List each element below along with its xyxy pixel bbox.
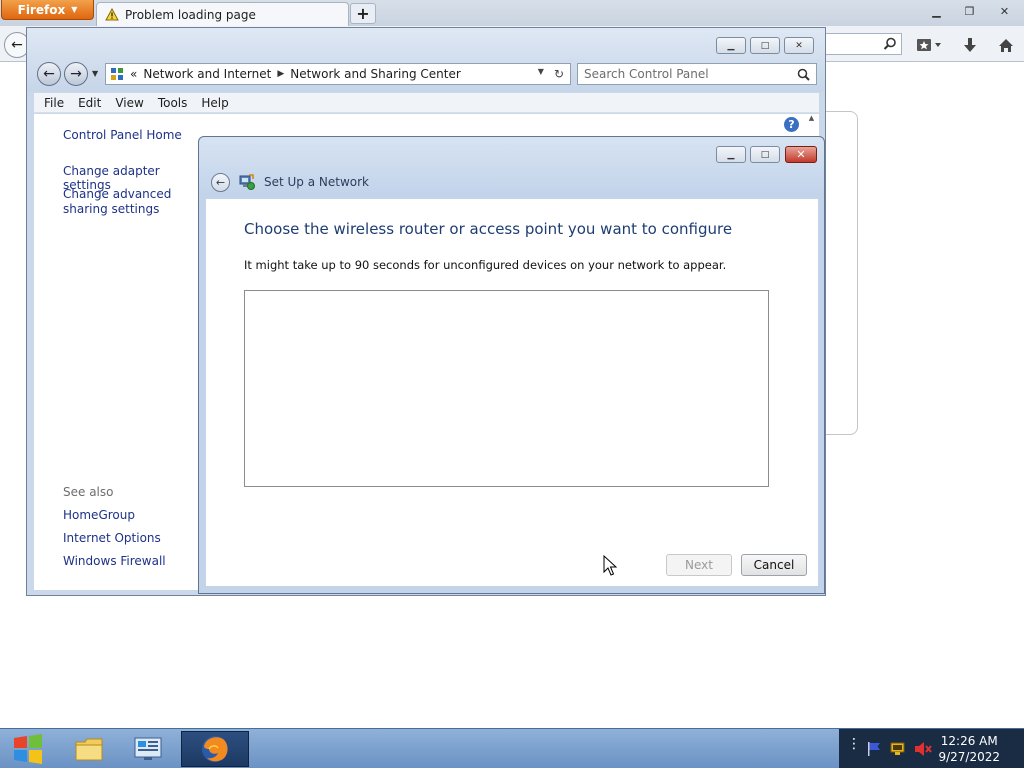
clock[interactable]: 12:26 AM 9/27/2022: [938, 733, 1000, 765]
minimize-button[interactable]: ▁: [923, 3, 950, 20]
search-placeholder: Search Control Panel: [584, 67, 709, 81]
maximize-button[interactable]: □: [750, 37, 780, 54]
windows-explorer-icon: [75, 738, 103, 761]
sidebar: Control Panel Home Change adapter settin…: [34, 114, 199, 590]
firefox-icon: [202, 736, 228, 762]
mouse-pointer-icon: [603, 555, 617, 576]
firefox-menu-label: Firefox: [17, 2, 66, 17]
volume-muted-icon[interactable]: [914, 741, 932, 757]
address-bar[interactable]: « Network and Internet ▶ Network and Sha…: [105, 63, 571, 85]
sidebar-item-homegroup[interactable]: HomeGroup: [63, 508, 135, 522]
dialog-subtext: It might take up to 90 seconds for uncon…: [244, 258, 727, 272]
search-icon[interactable]: [797, 68, 810, 81]
menu-file[interactable]: File: [44, 96, 64, 110]
dialog-heading: Choose the wireless router or access poi…: [244, 220, 733, 238]
warning-icon: [105, 8, 119, 21]
overflow-dots-icon[interactable]: ⋮: [847, 737, 861, 751]
setup-network-dialog: ▁ □ ✕ ← Set Up a Network Choose the wire…: [198, 136, 825, 594]
recent-pages-dropdown[interactable]: ▼: [92, 69, 98, 78]
back-button[interactable]: ←: [37, 62, 61, 86]
scroll-up-icon[interactable]: ▲: [804, 114, 819, 122]
sidebar-item-windows-firewall[interactable]: Windows Firewall: [63, 554, 166, 568]
bookmarks-button[interactable]: [914, 36, 944, 54]
menu-bar: File Edit View Tools Help: [34, 93, 819, 113]
breadcrumb-overflow[interactable]: «: [130, 67, 137, 81]
firefox-menu-button[interactable]: Firefox ▼: [1, 0, 94, 20]
menu-edit[interactable]: Edit: [78, 96, 101, 110]
see-also-heading: See also: [63, 485, 114, 499]
sidebar-item-control-panel-home[interactable]: Control Panel Home: [63, 128, 182, 142]
tab-title: Problem loading page: [125, 7, 256, 22]
chevron-right-icon[interactable]: ▶: [277, 69, 284, 79]
new-tab-button[interactable]: +: [350, 3, 376, 24]
clock-time: 12:26 AM: [940, 734, 998, 748]
close-button[interactable]: ✕: [991, 3, 1018, 20]
browser-tab[interactable]: Problem loading page: [96, 2, 349, 26]
minimize-button[interactable]: ▁: [716, 37, 746, 54]
dialog-window-title: Set Up a Network: [264, 175, 370, 189]
refresh-icon[interactable]: ↻: [554, 67, 564, 81]
maximize-button[interactable]: □: [750, 146, 780, 163]
back-button[interactable]: ←: [211, 172, 230, 192]
home-icon: [999, 38, 1013, 52]
restore-button[interactable]: ❐: [956, 3, 983, 20]
network-warning-icon[interactable]: [890, 741, 908, 757]
bookmark-star-icon: [917, 39, 941, 51]
cancel-button[interactable]: Cancel: [741, 554, 807, 576]
control-panel-icon: [134, 737, 162, 760]
browser-page-panel: [826, 111, 858, 435]
menu-help[interactable]: Help: [201, 96, 228, 110]
close-button[interactable]: ✕: [785, 146, 817, 163]
forward-button[interactable]: →: [64, 62, 88, 86]
taskbar-firefox[interactable]: [181, 731, 249, 767]
action-center-flag-icon[interactable]: [866, 741, 882, 757]
sidebar-item-change-advanced-sharing-settings[interactable]: Change advanced sharing settings: [63, 187, 201, 217]
device-list[interactable]: [244, 290, 769, 487]
search-control-panel-input[interactable]: Search Control Panel: [577, 63, 817, 85]
search-icon: [883, 37, 896, 50]
windows-logo-icon: [14, 734, 42, 764]
downloads-button[interactable]: [960, 36, 980, 54]
breadcrumb-network-and-sharing-center[interactable]: Network and Sharing Center: [290, 67, 461, 81]
taskbar-windows-explorer[interactable]: [60, 731, 118, 767]
dialog-header: ← Set Up a Network: [211, 171, 369, 193]
home-button[interactable]: [996, 36, 1016, 54]
help-icon[interactable]: ?: [784, 117, 799, 132]
chevron-down-icon: ▼: [71, 5, 78, 14]
breadcrumb-network-and-internet[interactable]: Network and Internet: [143, 67, 271, 81]
dialog-content: Choose the wireless router or access poi…: [206, 199, 818, 586]
start-button[interactable]: [0, 729, 56, 768]
menu-tools[interactable]: Tools: [158, 96, 188, 110]
sidebar-item-internet-options[interactable]: Internet Options: [63, 531, 161, 545]
menu-view[interactable]: View: [115, 96, 143, 110]
download-arrow-icon: [964, 38, 976, 52]
taskbar: ⋮ 12:26 AM 9/27/2022: [0, 728, 1024, 768]
minimize-button[interactable]: ▁: [716, 146, 746, 163]
firefox-titlebar: Firefox ▼ Problem loading page + ▁ ❐ ✕: [0, 0, 1024, 26]
control-panel-icon: [111, 68, 123, 80]
url-bar[interactable]: [826, 33, 902, 55]
chevron-down-icon[interactable]: ▼: [538, 67, 544, 81]
control-panel-frame: ▁ □ ✕ ← → ▼ « Network and Internet ▶ Net…: [27, 28, 825, 92]
network-setup-icon: [239, 174, 255, 190]
next-button[interactable]: Next: [666, 554, 732, 576]
system-tray: ⋮ 12:26 AM 9/27/2022: [839, 729, 1024, 768]
clock-date: 9/27/2022: [938, 750, 1000, 764]
close-button[interactable]: ✕: [784, 37, 814, 54]
taskbar-control-panel[interactable]: [119, 731, 177, 767]
